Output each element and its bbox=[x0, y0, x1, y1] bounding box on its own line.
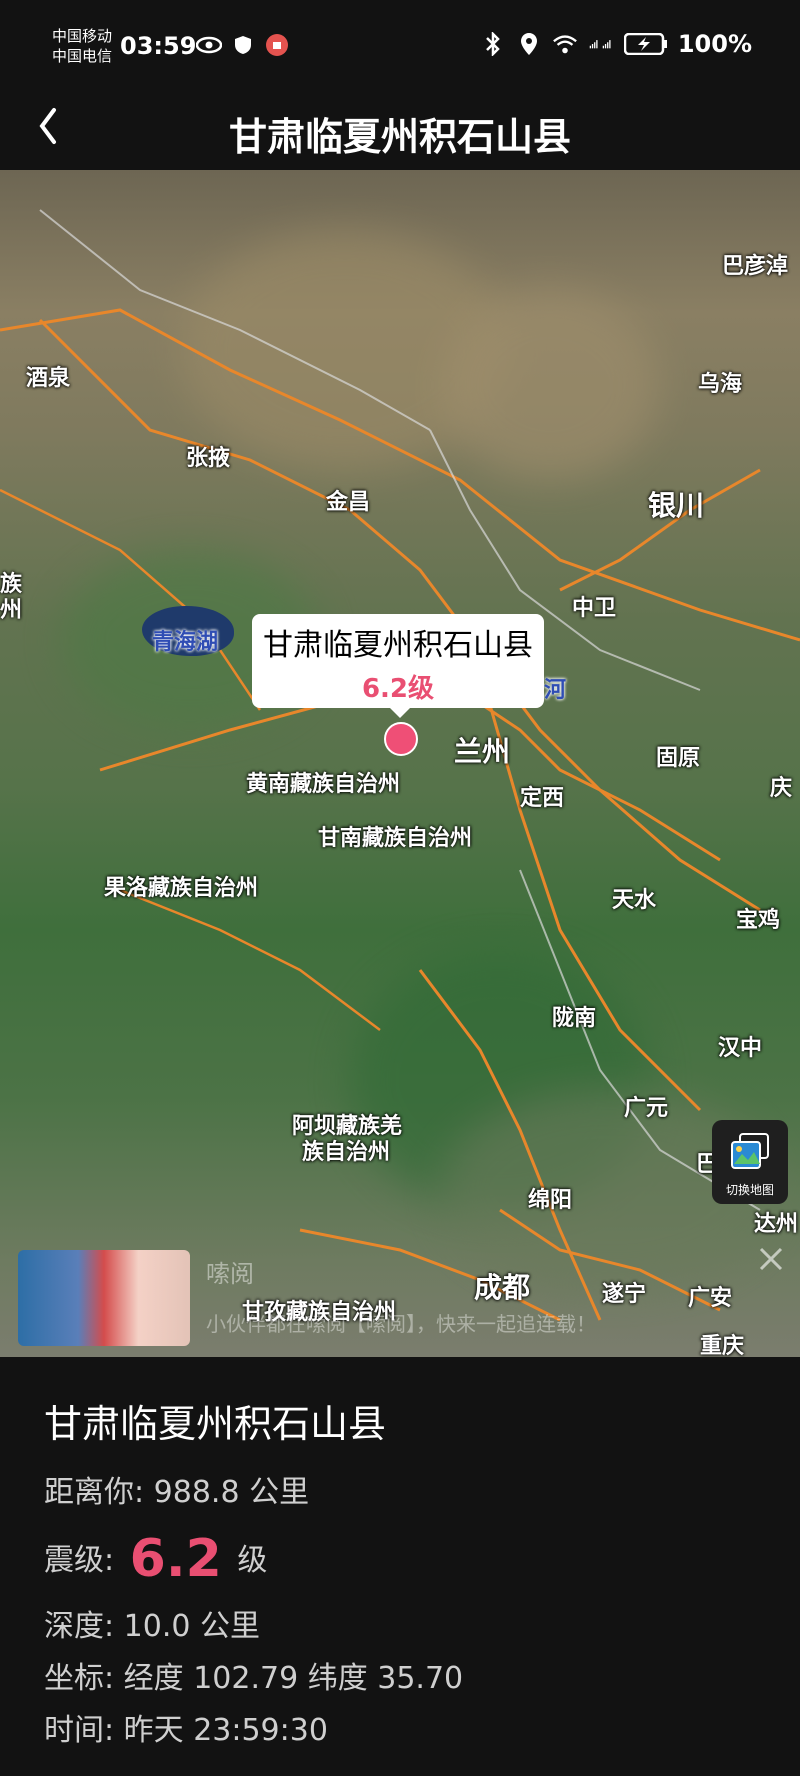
signal-icon bbox=[588, 31, 614, 57]
city-guangyuan: 广元 bbox=[624, 1096, 669, 1121]
region-gannan: 甘南藏族自治州 bbox=[318, 826, 473, 851]
coordinates-row: 坐标: 经度 102.79 纬度 35.70 bbox=[44, 1653, 463, 1697]
city-chengdu: 成都 bbox=[474, 1271, 531, 1304]
city-zhangye: 张掖 bbox=[186, 446, 231, 471]
coordinates-value: 经度 102.79 纬度 35.70 bbox=[123, 1661, 464, 1696]
city-tianshui: 天水 bbox=[612, 888, 657, 913]
magnitude-value: 6.2 bbox=[129, 1529, 222, 1589]
title-bar: 甘肃临夏州积石山县 bbox=[0, 100, 800, 170]
location-icon bbox=[516, 31, 542, 57]
city-bayannur: 巴彦淖 bbox=[722, 254, 789, 279]
depth-label: 深度: bbox=[44, 1609, 115, 1644]
city-hanzhong: 汉中 bbox=[718, 1036, 763, 1061]
city-baoji: 宝鸡 bbox=[736, 908, 781, 933]
quake-info-panel: 甘肃临夏州积石山县 距离你: 988.8 公里 震级: 6.2 级 深度: 10… bbox=[0, 1357, 800, 1776]
page-title: 甘肃临夏州积石山县 bbox=[228, 115, 571, 159]
battery-percent: 100% bbox=[677, 30, 752, 58]
carrier-info: 中国移动 中国电信 bbox=[52, 26, 112, 66]
time-value: 昨天 23:59:30 bbox=[123, 1713, 328, 1748]
city-guyuan: 固原 bbox=[656, 746, 701, 771]
distance-label: 距离你: bbox=[44, 1475, 145, 1510]
ad-brand[interactable]: 嗦阅 bbox=[206, 1254, 254, 1289]
status-time: 03:59 bbox=[120, 32, 197, 60]
magnitude-row: 震级: 6.2 级 bbox=[44, 1529, 267, 1589]
city-jiuquan: 酒泉 bbox=[26, 366, 71, 391]
city-zhou: 州 bbox=[0, 598, 23, 623]
ad-thumbnail[interactable] bbox=[18, 1250, 190, 1346]
city-wuhai: 乌海 bbox=[698, 372, 743, 397]
city-suining: 遂宁 bbox=[602, 1282, 647, 1307]
map-view[interactable]: 巴彦淖 酒泉 乌海 张掖 金昌 银川 族 州 中卫 青海湖 河 兰州 固原 庆 … bbox=[0, 170, 800, 1357]
battery-icon bbox=[623, 31, 668, 57]
city-qing: 庆 bbox=[770, 776, 793, 801]
quake-location: 甘肃临夏州积石山县 bbox=[44, 1402, 387, 1446]
switch-map-label: 切换地图 bbox=[725, 1183, 774, 1197]
city-mianyang: 绵阳 bbox=[528, 1188, 573, 1213]
region-aba-2: 族自治州 bbox=[302, 1140, 391, 1165]
carrier-2: 中国电信 bbox=[52, 47, 113, 65]
coordinates-label: 坐标: bbox=[44, 1661, 115, 1696]
vpn-icon bbox=[264, 32, 290, 58]
city-yinchuan: 银川 bbox=[648, 489, 705, 522]
wifi-icon bbox=[552, 31, 578, 57]
city-longnan: 陇南 bbox=[552, 1006, 597, 1031]
city-dingxi: 定西 bbox=[520, 786, 565, 811]
depth-value: 10.0 公里 bbox=[123, 1609, 260, 1644]
callout-magnitude: 6.2级 bbox=[361, 674, 435, 704]
switch-map-button[interactable]: 切换地图 bbox=[712, 1120, 788, 1204]
epicenter-marker[interactable] bbox=[384, 722, 418, 756]
city-chongqing: 重庆 bbox=[700, 1334, 745, 1357]
depth-row: 深度: 10.0 公里 bbox=[44, 1601, 260, 1645]
city-guangan: 广安 bbox=[688, 1286, 733, 1311]
distance-row: 距离你: 988.8 公里 bbox=[44, 1467, 309, 1511]
status-bar: 中国移动 中国电信 03:59 100% bbox=[0, 0, 800, 100]
label-qinghaihu: 青海湖 bbox=[152, 630, 219, 655]
eye-icon bbox=[196, 32, 222, 58]
city-zhongwei: 中卫 bbox=[572, 596, 617, 621]
time-row: 时间: 昨天 23:59:30 bbox=[44, 1705, 328, 1749]
callout-pointer bbox=[390, 708, 410, 718]
ad-close-button[interactable] bbox=[756, 1244, 786, 1274]
city-dazhou: 达州 bbox=[754, 1212, 799, 1237]
carrier-1: 中国移动 bbox=[52, 27, 113, 45]
magnitude-label: 震级: bbox=[44, 1543, 115, 1578]
ad-text[interactable]: 小伙伴都在嗦阅【嗦阅】，快来一起追连载！ bbox=[206, 1308, 596, 1337]
bluetooth-icon bbox=[480, 31, 506, 57]
label-he: 河 bbox=[544, 678, 567, 703]
region-guoluo: 果洛藏族自治州 bbox=[104, 876, 259, 901]
magnitude-unit: 级 bbox=[237, 1543, 268, 1578]
close-icon bbox=[759, 1247, 783, 1271]
city-lanzhou: 兰州 bbox=[454, 735, 511, 768]
switch-map-icon bbox=[731, 1133, 769, 1169]
epicenter-callout[interactable]: 甘肃临夏州积石山县 6.2级 bbox=[252, 614, 544, 708]
distance-value: 988.8 公里 bbox=[153, 1475, 310, 1510]
callout-name: 甘肃临夏州积石山县 bbox=[263, 628, 533, 663]
region-huangnan: 黄南藏族自治州 bbox=[246, 772, 401, 797]
shield-icon bbox=[230, 32, 256, 58]
city-jinchang: 金昌 bbox=[326, 490, 371, 515]
time-label: 时间: bbox=[44, 1713, 115, 1748]
